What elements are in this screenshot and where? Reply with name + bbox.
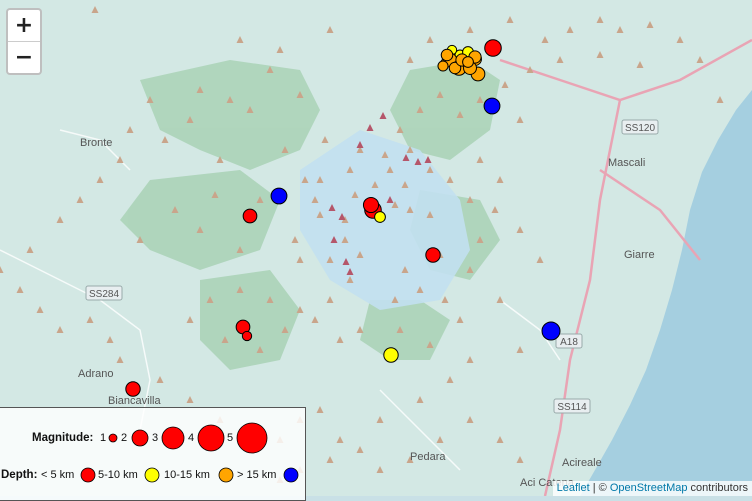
legend-mag-4-label: 4 bbox=[188, 432, 194, 444]
place-label-mascali: Mascali bbox=[608, 157, 645, 169]
place-label-acireale: Acireale bbox=[562, 457, 602, 469]
road-label-ss114: SS114 bbox=[557, 402, 587, 413]
earthquake-marker[interactable] bbox=[383, 347, 399, 363]
earthquake-marker[interactable] bbox=[270, 187, 288, 205]
legend-mag-1-circle bbox=[108, 433, 118, 443]
map-attribution: Leaflet | © OpenStreetMap contributors bbox=[552, 481, 752, 496]
place-label-biancavilla: Biancavilla bbox=[108, 395, 161, 407]
legend-depth-5-10-circle bbox=[144, 467, 160, 483]
road-label-ss120: SS120 bbox=[625, 123, 655, 134]
legend-depth-gt15-circle bbox=[283, 467, 299, 483]
legend-mag-1-label: 1 bbox=[100, 432, 106, 444]
legend-mag-5-circle bbox=[236, 422, 268, 454]
earthquake-marker[interactable] bbox=[125, 381, 141, 397]
legend-depth-5-10-label: 5-10 km bbox=[98, 469, 138, 481]
earthquake-marker[interactable] bbox=[462, 56, 474, 68]
attribution-separator: | © bbox=[589, 482, 610, 494]
leaflet-link[interactable]: Leaflet bbox=[557, 482, 590, 494]
road-label-a18: A18 bbox=[560, 337, 578, 348]
earthquake-marker[interactable] bbox=[440, 48, 454, 62]
earthquake-marker[interactable] bbox=[437, 60, 449, 72]
legend-mag-5-label: 5 bbox=[227, 432, 233, 444]
legend-mag-3-circle bbox=[161, 426, 185, 450]
earthquake-marker[interactable] bbox=[242, 208, 258, 224]
earthquake-marker[interactable] bbox=[241, 330, 253, 342]
attribution-suffix: contributors bbox=[687, 482, 748, 494]
legend-depth-label: Depth: bbox=[1, 469, 37, 481]
earthquake-marker[interactable] bbox=[374, 211, 386, 223]
legend-mag-2-circle bbox=[131, 429, 149, 447]
earthquake-marker[interactable] bbox=[484, 39, 502, 57]
map-legend: Magnitude: 1 2 3 4 5 Depth: < 5 km 5-10 … bbox=[0, 407, 306, 501]
road-label-ss284: SS284 bbox=[89, 289, 119, 300]
legend-magnitude-label: Magnitude: bbox=[32, 432, 93, 444]
legend-depth-lt5-label: < 5 km bbox=[41, 469, 74, 481]
legend-depth-10-15-label: 10-15 km bbox=[164, 469, 210, 481]
place-label-pedara: Pedara bbox=[410, 451, 446, 463]
place-label-adrano: Adrano bbox=[78, 368, 113, 380]
zoom-in-button[interactable]: + bbox=[8, 10, 40, 41]
place-label-bronte: Bronte bbox=[80, 137, 112, 149]
zoom-out-button[interactable]: − bbox=[8, 41, 40, 73]
zoom-control: + − bbox=[6, 8, 42, 75]
legend-depth-lt5-circle bbox=[80, 467, 96, 483]
legend-mag-2-label: 2 bbox=[121, 432, 127, 444]
legend-mag-4-circle bbox=[197, 424, 225, 452]
earthquake-marker[interactable] bbox=[362, 196, 380, 214]
place-label-giarre: Giarre bbox=[624, 249, 655, 261]
osm-link[interactable]: OpenStreetMap bbox=[610, 482, 688, 494]
legend-mag-3-label: 3 bbox=[152, 432, 158, 444]
earthquake-marker[interactable] bbox=[425, 247, 441, 263]
legend-depth-gt15-label: > 15 km bbox=[237, 469, 276, 481]
earthquake-marker[interactable] bbox=[541, 321, 561, 341]
legend-depth-10-15-circle bbox=[218, 467, 234, 483]
earthquake-marker[interactable] bbox=[483, 97, 501, 115]
